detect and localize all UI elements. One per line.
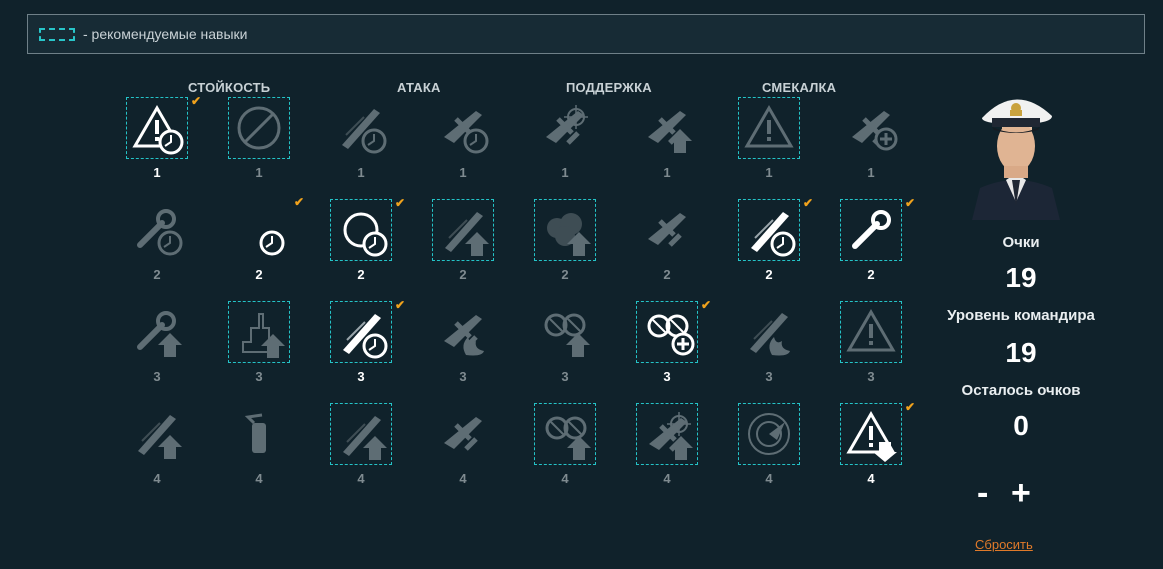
skill-turret-rotate[interactable]: ✔	[330, 196, 405, 261]
skill-cost: 3	[561, 369, 569, 384]
skill-shell-burst-up[interactable]	[126, 403, 188, 465]
skill-cost: 1	[153, 165, 161, 180]
skill-cost: 1	[867, 165, 875, 180]
skill-planes-swarm[interactable]	[432, 403, 494, 465]
skill-extinguisher[interactable]	[228, 403, 290, 465]
skill-plane-aa[interactable]	[636, 199, 698, 261]
points-label: Очки	[1002, 234, 1040, 251]
selected-check-icon: ✔	[904, 196, 915, 210]
skill-plane-crosshair-up[interactable]	[636, 403, 698, 465]
skill-cost: 3	[459, 369, 467, 384]
skill-cost: 4	[663, 471, 671, 486]
skill-cost: 3	[357, 369, 365, 384]
skill-cost: 4	[561, 471, 569, 486]
skill-cost: 2	[663, 267, 671, 282]
skill-superstructure-up[interactable]	[228, 301, 290, 363]
skill-shell-cross-up[interactable]	[330, 403, 392, 465]
skill-cost: 3	[765, 369, 773, 384]
skill-cost: 2	[153, 267, 161, 282]
skill-aa-up[interactable]	[534, 301, 596, 363]
skill-cost: 2	[765, 267, 773, 282]
category-versatility: СМЕКАЛКА	[762, 80, 837, 95]
skill-torpedo-warning[interactable]	[738, 97, 800, 159]
commander-level-label: Уровень командира	[947, 307, 1095, 324]
selected-check-icon: ✔	[190, 94, 201, 108]
reset-link[interactable]: Сбросить	[975, 537, 1033, 552]
skill-shell-up[interactable]	[432, 199, 494, 261]
skill-plane-crosshair[interactable]	[534, 97, 596, 159]
category-attack: АТАКА	[397, 80, 441, 95]
points-value: 19	[1005, 262, 1037, 293]
remaining-points-label: Осталось очков	[961, 382, 1081, 399]
skill-cost: 4	[255, 471, 263, 486]
skill-warning-down[interactable]: ✔	[840, 400, 915, 465]
decrease-level-button[interactable]: -	[977, 474, 988, 513]
skill-smoke-up[interactable]	[534, 199, 596, 261]
recommended-marker-icon	[39, 27, 75, 41]
skill-gears-wrench[interactable]: ✔	[840, 196, 915, 261]
selected-check-icon: ✔	[394, 298, 405, 312]
skill-cost: 2	[255, 267, 263, 282]
skill-cost: 1	[663, 165, 671, 180]
skill-stopwatch[interactable]: ✔	[228, 195, 304, 261]
skill-cost: 4	[153, 471, 161, 486]
skill-radar[interactable]	[738, 403, 800, 465]
skill-cost: 4	[765, 471, 773, 486]
remaining-points-value: 0	[1013, 410, 1029, 441]
selected-check-icon: ✔	[802, 196, 813, 210]
skill-cost: 4	[867, 471, 875, 486]
skill-torpedo-timer[interactable]	[330, 97, 392, 159]
category-support: ПОДДЕРЖКА	[566, 80, 652, 95]
skill-cost: 1	[459, 165, 467, 180]
skill-plane-up[interactable]	[636, 97, 698, 159]
skill-gun-timer[interactable]: ✔	[330, 298, 405, 363]
selected-check-icon: ✔	[293, 195, 304, 209]
skill-torpedo-reload[interactable]: ✔	[738, 196, 813, 261]
commander-level-value: 19	[1005, 337, 1037, 368]
skill-cost: 1	[561, 165, 569, 180]
skill-cost: 4	[459, 471, 467, 486]
increase-level-button[interactable]: +	[1011, 474, 1031, 513]
skill-cost: 2	[459, 267, 467, 282]
selected-check-icon: ✔	[904, 400, 915, 414]
skill-plane-fire[interactable]	[432, 301, 494, 363]
selected-check-icon: ✔	[394, 196, 405, 210]
skill-cost: 3	[153, 369, 161, 384]
selected-check-icon: ✔	[700, 298, 711, 312]
skill-cost: 1	[255, 165, 263, 180]
skill-torpedo-fire[interactable]	[738, 301, 800, 363]
legend-text: - рекомендуемые навыки	[83, 26, 248, 42]
skill-cost: 1	[357, 165, 365, 180]
skill-plane-plus[interactable]	[840, 97, 902, 159]
skill-wrench-timer[interactable]	[126, 199, 188, 261]
skill-warning-circle[interactable]: ✔	[126, 94, 201, 159]
skill-gun-warning[interactable]	[840, 301, 902, 363]
skill-wrench-up[interactable]	[126, 301, 188, 363]
skill-cost: 3	[255, 369, 263, 384]
skill-cost: 2	[357, 267, 365, 282]
skill-aa-double-up[interactable]	[534, 403, 596, 465]
skill-cost: 3	[663, 369, 671, 384]
skill-cost: 2	[867, 267, 875, 282]
recommended-skills-legend: - рекомендуемые навыки	[27, 14, 1145, 54]
commander-portrait	[962, 80, 1070, 220]
skill-cost: 3	[867, 369, 875, 384]
skill-cost: 4	[357, 471, 365, 486]
skill-no-fire[interactable]	[228, 97, 290, 159]
skill-aa-plus[interactable]: ✔	[636, 298, 711, 363]
skill-plane-timer[interactable]	[432, 97, 494, 159]
skill-cost: 1	[765, 165, 773, 180]
category-endurance: СТОЙКОСТЬ	[188, 80, 271, 95]
skill-cost: 2	[561, 267, 569, 282]
